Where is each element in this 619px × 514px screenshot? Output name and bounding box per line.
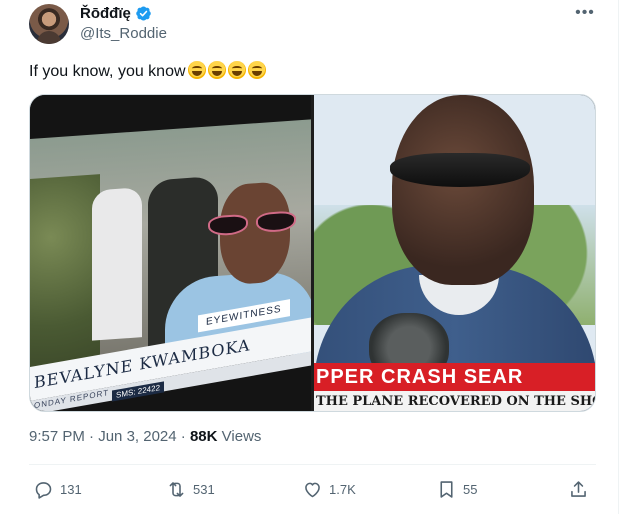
- views-count: 88K: [189, 428, 218, 445]
- tweet-time[interactable]: 9:57 PM: [29, 428, 85, 445]
- share-button[interactable]: [568, 478, 589, 500]
- laughing-emoji-icon: [187, 61, 206, 79]
- reply-button[interactable]: 131: [33, 478, 82, 500]
- views-label: Views: [221, 428, 262, 445]
- author-name-row[interactable]: Řōđđïę: [80, 5, 152, 22]
- verified-badge-icon: [136, 6, 151, 21]
- meta-separator: ·: [89, 428, 95, 445]
- bookmark-button[interactable]: 55: [436, 478, 477, 500]
- tweet-meta: 9:57 PM · Jun 3, 2024 · 88K Views: [29, 428, 261, 445]
- tweet-text: If you know, you know: [29, 61, 266, 82]
- media-image-left[interactable]: EYEWITNESS BEVALYNE KWAMBOKA ONDAY REPOR…: [30, 95, 311, 411]
- media-image-right[interactable]: PPER CRASH SEAR THE PLANE RECOVERED ON T…: [314, 95, 595, 411]
- like-button[interactable]: 1.7K: [302, 478, 356, 500]
- avatar[interactable]: [29, 4, 69, 44]
- sunglasses: [390, 153, 530, 187]
- laughing-emoji-icon: [207, 61, 226, 79]
- share-icon: [571, 480, 586, 497]
- laughing-emoji-icon: [247, 61, 266, 79]
- heart-icon: [305, 482, 320, 497]
- repost-count: 531: [193, 481, 215, 497]
- ticker-sub-text: THE PLANE RECOVERED ON THE SHORES O: [316, 394, 595, 409]
- ticker-headline-text: PPER CRASH SEAR: [316, 366, 524, 388]
- repost-icon: [169, 481, 184, 497]
- bookmark-icon: [440, 480, 453, 498]
- author-display-name[interactable]: Řōđđïę: [80, 5, 131, 22]
- man-head: [392, 95, 534, 285]
- news-ticker-headline: PPER CRASH SEAR: [314, 363, 595, 391]
- reply-icon: [35, 481, 52, 499]
- tweet-date[interactable]: Jun 3, 2024: [98, 428, 176, 445]
- tweet-card[interactable]: Řōđđïę @Its_Roddie ••• If you know, you …: [0, 0, 619, 514]
- meta-separator: ·: [180, 428, 186, 445]
- repost-button[interactable]: 531: [166, 478, 215, 500]
- like-count: 1.7K: [329, 481, 356, 497]
- news-ticker-sub: THE PLANE RECOVERED ON THE SHORES O: [314, 391, 595, 411]
- reply-count: 131: [60, 481, 82, 497]
- author-handle[interactable]: @Its_Roddie: [80, 25, 167, 42]
- laughing-emoji-icon: [227, 61, 246, 79]
- bookmark-count: 55: [463, 481, 478, 497]
- tweet-text-content: If you know, you know: [29, 63, 186, 80]
- more-options-icon[interactable]: •••: [574, 4, 596, 24]
- divider: [29, 464, 596, 465]
- media-grid[interactable]: EYEWITNESS BEVALYNE KWAMBOKA ONDAY REPOR…: [29, 94, 596, 412]
